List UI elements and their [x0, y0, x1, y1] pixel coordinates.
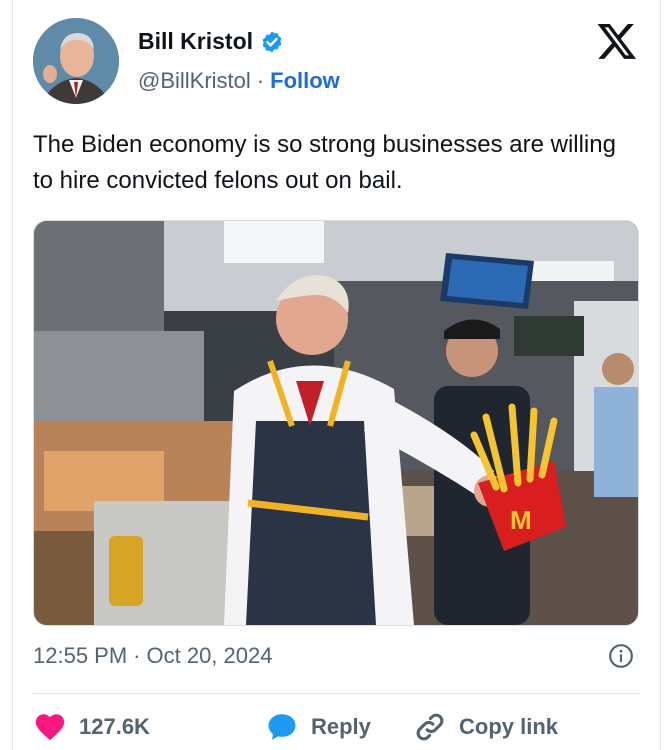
- x-logo-icon[interactable]: [596, 20, 638, 62]
- svg-text:M: M: [510, 505, 532, 535]
- tweet-date[interactable]: Oct 20, 2024: [147, 643, 273, 668]
- copy-link-button[interactable]: Copy link: [413, 710, 558, 744]
- like-button[interactable]: 127.6K: [33, 710, 265, 744]
- verified-badge-icon: [262, 31, 282, 52]
- avatar[interactable]: [33, 18, 119, 104]
- author-name[interactable]: Bill Kristol: [138, 28, 253, 55]
- separator: ·: [256, 68, 265, 93]
- tweet-time[interactable]: 12:55 PM: [33, 643, 127, 668]
- handle-row: @BillKristol · Follow: [138, 68, 340, 94]
- like-count: 127.6K: [79, 714, 150, 739]
- author-handle[interactable]: @BillKristol: [138, 68, 251, 93]
- link-icon: [416, 713, 444, 741]
- timestamp[interactable]: 12:55 PM · Oct 20, 2024: [33, 643, 272, 669]
- info-icon[interactable]: [608, 643, 634, 669]
- reply-bubble-icon: [268, 714, 296, 740]
- tweet-card: Bill Kristol @BillKristol · Follow The Bid…: [12, 0, 661, 750]
- reply-button[interactable]: Reply: [265, 710, 413, 744]
- tweet-text: The Biden economy is so strong businesse…: [33, 131, 616, 194]
- follow-button[interactable]: Follow: [270, 68, 340, 93]
- divider: [33, 693, 640, 694]
- action-bar: 127.6K Reply Copy link: [33, 710, 558, 744]
- reply-label: Reply: [311, 714, 371, 739]
- tweet-photo[interactable]: M: [33, 220, 639, 626]
- copy-link-label: Copy link: [459, 714, 559, 739]
- heart-icon: [35, 714, 65, 741]
- separator: ·: [133, 643, 141, 668]
